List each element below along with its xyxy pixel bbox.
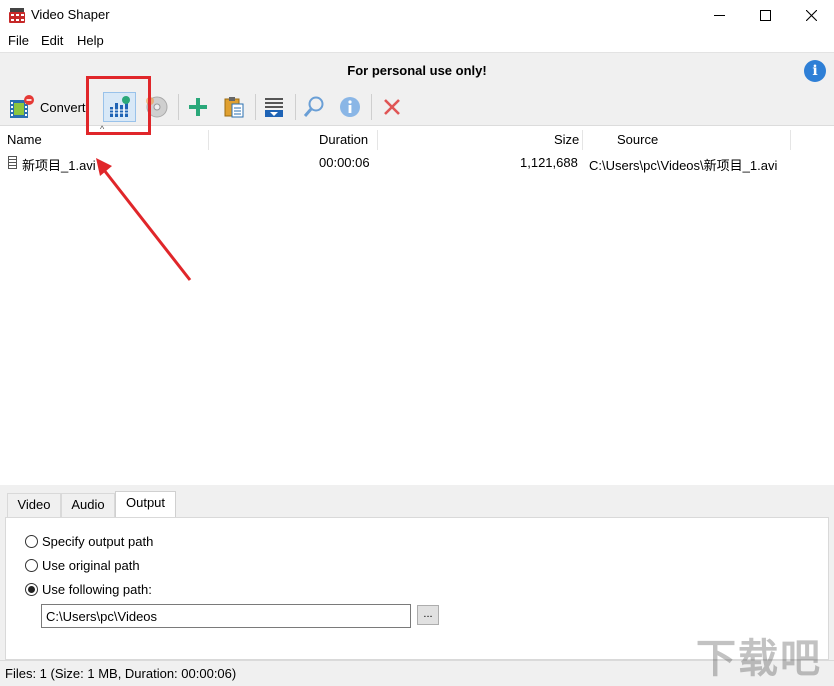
- radio-specify-output-path[interactable]: Specify output path: [25, 532, 153, 550]
- output-path-field[interactable]: [41, 604, 411, 628]
- film-icon: [10, 95, 34, 118]
- list-button[interactable]: [260, 92, 288, 122]
- menu-help[interactable]: Help: [77, 33, 104, 48]
- file-duration: 00:00:06: [319, 155, 370, 170]
- radio-use-original-path[interactable]: Use original path: [25, 556, 140, 574]
- toolbar-separator: [295, 94, 296, 120]
- minimize-icon: [713, 15, 725, 16]
- info-button[interactable]: [336, 92, 364, 122]
- file-size: 1,121,688: [520, 155, 578, 170]
- list-icon: [265, 98, 283, 117]
- radio-use-following-path[interactable]: Use following path:: [25, 580, 152, 598]
- search-icon: [303, 96, 324, 117]
- tab-audio[interactable]: Audio: [61, 493, 115, 517]
- column-divider[interactable]: [790, 130, 791, 150]
- menu-bar: File Edit Help: [0, 31, 834, 51]
- dropdown-caret-icon: ^: [100, 124, 105, 134]
- close-icon: [805, 10, 817, 21]
- toolbar-separator: [371, 94, 372, 120]
- window-title: Video Shaper: [31, 7, 110, 22]
- toolbar-separator: [178, 94, 179, 120]
- close-button[interactable]: [788, 0, 834, 31]
- title-bar: Video Shaper: [0, 0, 834, 31]
- maximize-button[interactable]: [742, 0, 788, 31]
- file-source: C:\Users\pc\Videos\新项目_1.avi: [589, 158, 778, 173]
- maximize-icon: [759, 10, 771, 21]
- tab-output[interactable]: Output: [115, 491, 176, 518]
- file-icon: [8, 156, 17, 169]
- delete-icon: [384, 99, 400, 115]
- add-button[interactable]: [184, 92, 212, 122]
- column-header-name[interactable]: Name: [7, 127, 42, 152]
- convert-button[interactable]: Convert: [8, 92, 90, 122]
- radio-dot: [28, 585, 35, 593]
- radio-label: Use original path: [42, 557, 140, 573]
- file-list[interactable]: Name Duration Size Source 新项目_1.avi 00:0…: [0, 127, 834, 485]
- add-icon: [189, 98, 207, 116]
- browse-button[interactable]: ...: [417, 605, 439, 625]
- file-name: 新项目_1.avi: [22, 158, 96, 173]
- column-divider[interactable]: [377, 130, 378, 150]
- column-header-size[interactable]: Size: [554, 127, 579, 152]
- column-header-duration[interactable]: Duration: [319, 127, 368, 152]
- toolbar-separator: [255, 94, 256, 120]
- column-header-source[interactable]: Source: [617, 127, 658, 152]
- radio-button-selected[interactable]: [25, 582, 38, 596]
- column-divider[interactable]: [582, 130, 583, 150]
- search-button[interactable]: [300, 92, 328, 122]
- tab-video[interactable]: Video: [7, 493, 61, 517]
- menu-edit[interactable]: Edit: [41, 33, 63, 48]
- info-icon: [340, 97, 360, 117]
- radio-label: Use following path:: [42, 581, 152, 597]
- paste-icon: [224, 97, 244, 118]
- app-film-icon: [9, 8, 25, 23]
- delete-button[interactable]: [378, 92, 406, 122]
- radio-label: Specify output path: [42, 533, 154, 549]
- annotation-highlight-box: [86, 76, 151, 135]
- column-divider[interactable]: [208, 130, 209, 150]
- radio-button[interactable]: [25, 534, 38, 548]
- paste-button[interactable]: [220, 92, 248, 122]
- convert-label: Convert: [40, 99, 86, 115]
- banner-info-icon[interactable]: i: [804, 60, 826, 82]
- watermark: 下载吧: [696, 637, 822, 681]
- status-text: Files: 1 (Size: 1 MB, Duration: 00:00:06…: [5, 666, 237, 681]
- menu-file[interactable]: File: [8, 33, 29, 48]
- radio-button[interactable]: [25, 558, 38, 572]
- minimize-button[interactable]: [696, 0, 742, 31]
